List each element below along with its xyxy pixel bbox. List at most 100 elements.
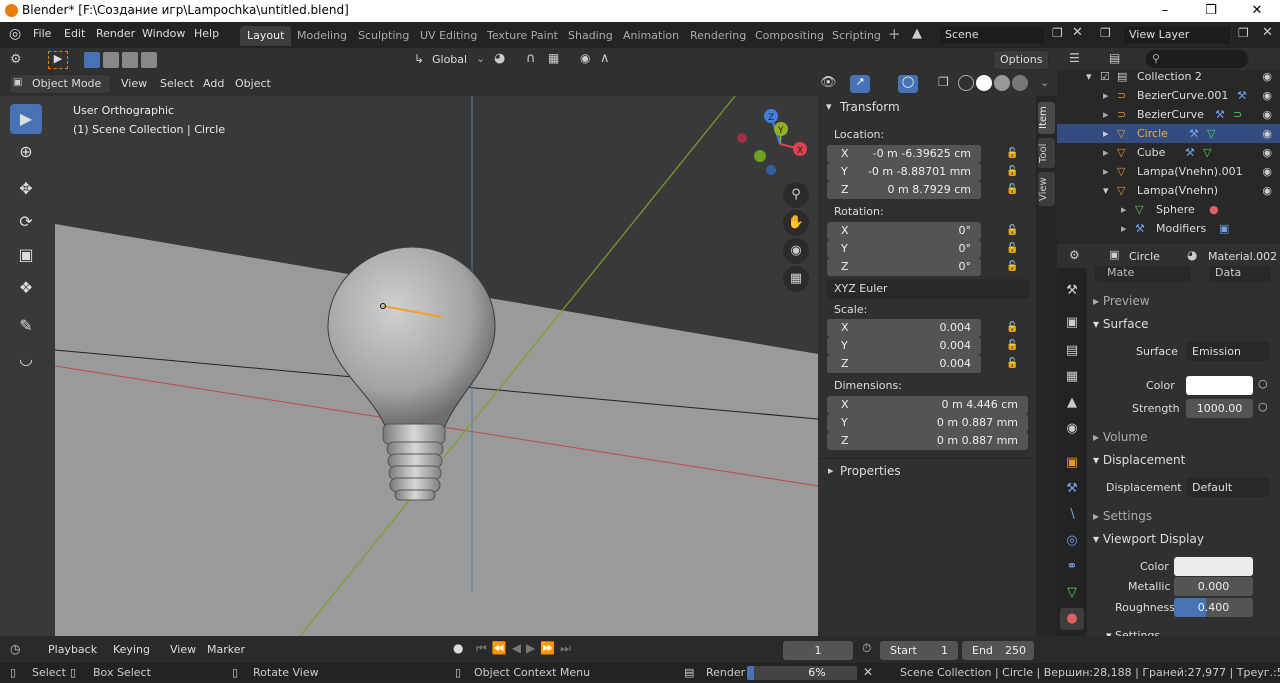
visibility-icon[interactable]: ◉ [1262,86,1272,105]
lock-location-z-icon[interactable]: 🔓 [1006,184,1018,195]
expand-icon[interactable]: ▸ [1103,162,1109,181]
outliner-row-beziercurve[interactable]: ▸ ⊃ BezierCurve ⚒ ⊃ ◉ [1057,105,1280,124]
lock-rotation-z-icon[interactable]: 🔓 [1006,261,1018,272]
rotation-mode-dropdown[interactable]: XYZ Euler [827,279,1030,299]
new-scene-icon[interactable]: ❐ [1052,26,1063,40]
material-shading-icon[interactable] [994,75,1010,91]
rendered-shading-icon[interactable] [1012,75,1028,91]
outliner-row-beziercurve-001[interactable]: ▸ ⊃ BezierCurve.001 ⚒ ◉ [1057,86,1280,105]
expand-icon[interactable]: ▾ [1086,67,1092,86]
record-icon[interactable]: ● [453,641,463,655]
constraint-properties-icon[interactable]: ⚭ [1060,556,1084,578]
visibility-icon[interactable]: ◉ [1262,124,1272,143]
scene-properties-icon[interactable]: ▲ [1060,392,1084,414]
properties-expand-icon[interactable]: ▸ [828,464,834,477]
tab-animation[interactable]: Animation [616,26,686,46]
material-properties-icon[interactable]: ● [1060,608,1084,630]
location-y-field[interactable]: Y -0 m -8.88701 mm [827,163,981,181]
data-properties-icon[interactable]: ▽ [1060,582,1084,604]
options-dropdown[interactable]: Options [993,50,1049,70]
visibility-icon[interactable]: 👁 [820,75,837,90]
emission-color-swatch[interactable] [1186,376,1253,395]
displacement-section[interactable]: ▾ Displacement [1093,453,1185,467]
add-workspace-icon[interactable]: + [888,25,901,43]
delete-scene-icon[interactable]: ✕ [1072,25,1083,40]
maximize-icon[interactable]: ❐ [1188,0,1234,22]
set-selection-icon[interactable] [84,52,100,68]
view-layer-properties-icon[interactable]: ▦ [1060,366,1084,388]
minimize-icon[interactable]: – [1142,0,1188,22]
menu-select[interactable]: Select [160,77,194,90]
expand-icon[interactable]: ▸ [1103,143,1109,162]
surface-section[interactable]: ▾ Surface [1093,317,1149,331]
pan-hand-icon[interactable]: ✋ [783,210,809,236]
measure-tool-icon[interactable]: ◡ [10,344,42,374]
lock-scale-x-icon[interactable]: 🔓 [1006,322,1018,333]
snap-icon[interactable]: ∩ [526,51,536,66]
scale-y-field[interactable]: Y 0.004 [827,337,981,355]
viewport-color-swatch[interactable] [1174,557,1253,576]
scale-x-field[interactable]: X 0.004 [827,319,981,337]
scale-tool-icon[interactable]: ▣ [10,240,42,270]
tab-layout[interactable]: Layout [240,26,292,46]
menu-add[interactable]: Add [203,77,224,90]
new-view-layer-icon[interactable]: ❐ [1238,26,1249,40]
navigation-gizmo[interactable]: X Y Z [732,104,812,179]
select-box-tool-icon[interactable]: ▶ [10,104,42,134]
menu-object[interactable]: Object [235,77,271,90]
tool-properties-icon[interactable]: ⚒ [1060,280,1084,302]
menu-edit[interactable]: Edit [64,27,85,40]
outliner-row-cube[interactable]: ▸ ▽ Cube ⚒ ▽ ◉ [1057,143,1280,162]
expand-icon[interactable]: ▾ [1103,181,1109,200]
outliner-type-icon[interactable]: ☰ [1069,51,1080,65]
visibility-icon[interactable]: ◉ [1262,143,1272,162]
pivot-icon[interactable]: ◕ [494,51,505,66]
overlay-toggle-icon[interactable]: ◯ [898,75,918,93]
displacement-dropdown[interactable]: Default [1186,478,1270,497]
tab-modeling[interactable]: Modeling [290,26,354,46]
outliner-row-modifiers[interactable]: ▸ ⚒ Modifiers ▣ [1057,219,1280,238]
outliner-row-lampa-vnehn[interactable]: ▾ ▽ Lampa(Vnehn) ◉ [1057,181,1280,200]
surface-shader-dropdown[interactable]: Emission [1186,342,1270,361]
dimensions-z-field[interactable]: Z0 m 0.887 mm [827,432,1028,450]
menu-view[interactable]: View [121,77,147,90]
expand-icon[interactable]: ▸ [1103,124,1109,143]
end-frame-field[interactable]: End 250 [962,641,1034,660]
chevron-down-icon[interactable]: ⌄ [476,52,485,65]
lock-location-x-icon[interactable]: 🔓 [1006,148,1018,159]
expand-icon[interactable]: ▸ [1103,105,1109,124]
rotation-x-field[interactable]: X 0° [827,222,981,240]
outliner-search-input[interactable]: ⚲ [1145,49,1249,69]
menu-view-timeline[interactable]: View [170,643,196,656]
lock-rotation-y-icon[interactable]: 🔓 [1006,243,1018,254]
zoom-icon[interactable]: ⚲ [783,182,809,208]
expand-icon[interactable]: ▸ [1121,200,1127,219]
modifier-properties-icon[interactable]: ⚒ [1060,478,1084,500]
tab-shading[interactable]: Shading [561,26,620,46]
gizmo-toggle-icon[interactable]: ↗ [850,75,870,93]
view-layer-icon[interactable]: ❐ [1100,26,1111,40]
outliner-row-lampa-vnehn-001[interactable]: ▸ ▽ Lampa(Vnehn).001 ◉ [1057,162,1280,181]
visibility-icon[interactable]: ◉ [1262,105,1272,124]
physics-properties-icon[interactable]: ◎ [1060,530,1084,552]
particles-properties-icon[interactable]: ∖ [1060,504,1084,526]
scale-z-field[interactable]: Z 0.004 [827,355,981,373]
move-tool-icon[interactable]: ✥ [10,174,42,204]
visibility-icon[interactable]: ◉ [1262,162,1272,181]
scene-selector[interactable]: Scene [938,25,1046,45]
tab-compositing[interactable]: Compositing [748,26,831,46]
render-properties-icon[interactable]: ▣ [1060,312,1084,334]
menu-help[interactable]: Help [194,27,219,40]
link-data-dropdown[interactable]: Data [1209,266,1271,282]
orientation-selector[interactable]: Global [432,53,467,66]
metallic-field[interactable]: 0.000 [1174,577,1253,596]
cancel-render-icon[interactable]: ✕ [863,665,873,679]
checkbox-icon[interactable]: ☑ [1100,67,1110,86]
rotate-tool-icon[interactable]: ⟳ [10,207,42,237]
outliner-row-sphere[interactable]: ▸ ▽ Sphere ● [1057,200,1280,219]
visibility-icon[interactable]: ◉ [1262,181,1272,200]
tab-tool[interactable]: Tool [1038,138,1055,168]
rotation-y-field[interactable]: Y 0° [827,240,981,258]
output-properties-icon[interactable]: ▤ [1060,340,1084,362]
volume-section[interactable]: ▸ Volume [1093,430,1147,444]
